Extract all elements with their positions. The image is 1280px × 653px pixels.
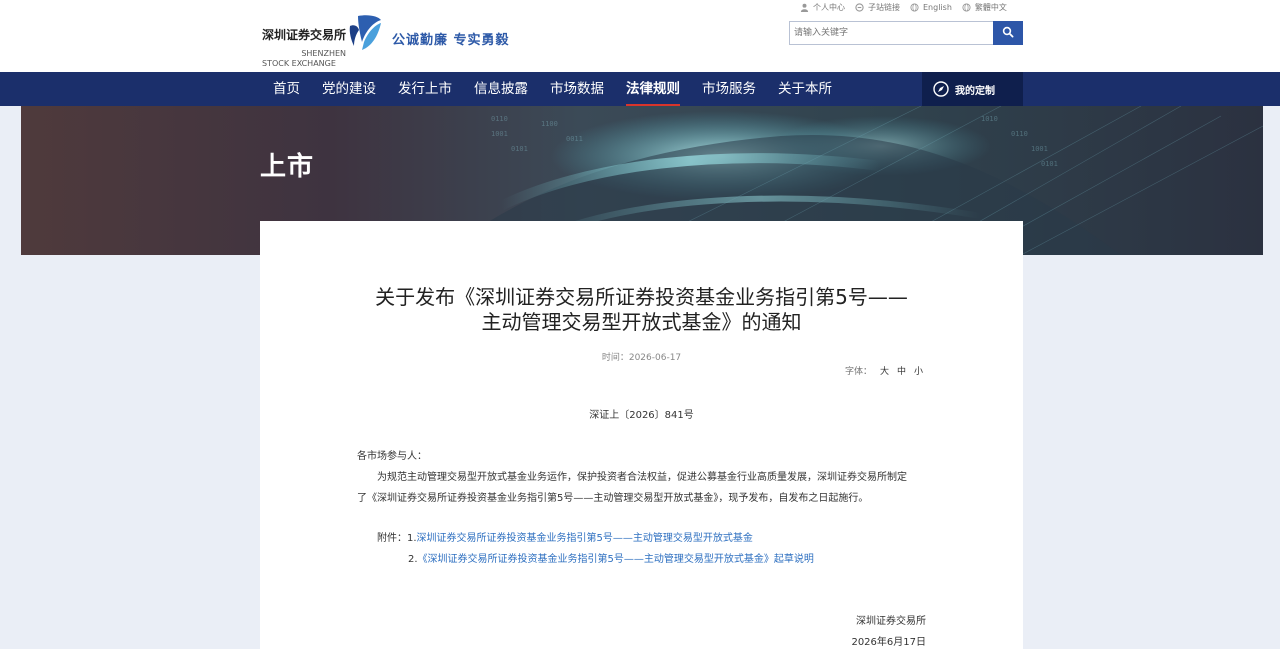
svg-text:1001: 1001	[1031, 145, 1048, 153]
font-size-small[interactable]: 小	[914, 364, 923, 377]
svg-text:0101: 0101	[1041, 160, 1058, 168]
svg-text:1100: 1100	[541, 120, 558, 128]
body-paragraph-1: 为规范主动管理交易型开放式基金业务运作，保护投资者合法权益，促进公募基金行业高质…	[377, 472, 907, 483]
subsite-label: 子站链接	[868, 2, 900, 12]
article-title: 关于发布《深圳证券交易所证券投资基金业务指引第5号—— 主动管理交易型开放式基金…	[260, 285, 1023, 335]
slogan: 公诚勤廉 专实勇毅	[392, 33, 510, 48]
logo-en-line1: SHENZHEN	[301, 49, 346, 58]
attachment-row-2: 2.《深圳证券交易所证券投资基金业务指引第5号——主动管理交易型开放式基金》起草…	[377, 549, 814, 570]
personal-center-link[interactable]: 个人中心	[800, 0, 845, 14]
search-button[interactable]	[993, 21, 1023, 45]
svg-text:0110: 0110	[491, 115, 508, 123]
salutation: 各市场参与人：	[357, 451, 427, 462]
attachment-2-link[interactable]: 《深圳证券交易所证券投资基金业务指引第5号——主动管理交易型开放式基金》起草说明	[418, 554, 814, 565]
svg-text:1010: 1010	[981, 115, 998, 123]
my-custom-button[interactable]: 我的定制	[922, 72, 1023, 106]
logo-mark-icon	[349, 15, 381, 50]
user-icon	[800, 3, 809, 12]
nav-item-listing[interactable]: 发行上市	[387, 72, 463, 106]
globe-icon	[962, 2, 971, 12]
search-icon	[1002, 26, 1014, 37]
attachment-1-link[interactable]: 深圳证券交易所证券投资基金业务指引第5号——主动管理交易型开放式基金	[417, 533, 753, 544]
svg-text:0101: 0101	[511, 145, 528, 153]
traditional-chinese-label: 繁體中文	[974, 2, 1007, 12]
site-header: 深圳证券交易所 SHENZHEN STOCK EXCHANGE 公诚勤廉 专实勇…	[0, 0, 1280, 72]
compass-icon	[933, 81, 949, 97]
globe-icon	[910, 2, 919, 12]
my-custom-label: 我的定制	[955, 85, 995, 97]
signature-org: 深圳证券交易所	[856, 616, 926, 627]
font-size-label: 字体：	[844, 367, 872, 377]
article-card: 关于发布《深圳证券交易所证券投资基金业务指引第5号—— 主动管理交易型开放式基金…	[260, 221, 1023, 649]
article-body: 各市场参与人： 为规范主动管理交易型开放式基金业务运作，保护投资者合法权益，促进…	[357, 446, 937, 509]
font-size-medium[interactable]: 中	[897, 364, 906, 377]
top-links: 个人中心 子站链接 English 繁體中文	[800, 0, 1007, 14]
traditional-chinese-link[interactable]: 繁體中文	[962, 0, 1007, 14]
nav-item-about[interactable]: 关于本所	[767, 72, 843, 106]
svg-text:1001: 1001	[491, 130, 508, 138]
szse-logo[interactable]: 深圳证券交易所 SHENZHEN STOCK EXCHANGE	[262, 10, 387, 68]
search-box	[789, 21, 1023, 45]
nav-item-services[interactable]: 市场服务	[691, 72, 767, 106]
nav-items: 首页 党的建设 发行上市 信息披露 市场数据 法律规则 市场服务 关于本所	[262, 72, 843, 106]
nav-item-rules[interactable]: 法律规则	[615, 72, 691, 106]
english-link[interactable]: English	[910, 0, 952, 14]
svg-text:0110: 0110	[1011, 130, 1028, 138]
attachment-2-number: 2.	[408, 554, 418, 565]
document-number: 深证上〔2026〕841号	[589, 410, 694, 421]
nav-item-disclosure[interactable]: 信息披露	[463, 72, 539, 106]
english-label: English	[923, 2, 952, 12]
article-title-line1: 关于发布《深圳证券交易所证券投资基金业务指引第5号——	[375, 285, 908, 309]
publish-time: 时间：2026-06-17	[601, 353, 682, 363]
article-title-line2: 主动管理交易型开放式基金》的通知	[481, 310, 802, 334]
font-size-control: 字体： 大 中 小	[845, 364, 923, 377]
main-nav: 首页 党的建设 发行上市 信息披露 市场数据 法律规则 市场服务 关于本所 我的…	[0, 72, 1280, 106]
nav-item-home[interactable]: 首页	[262, 72, 311, 106]
attachments: 附件：1.深圳证券交易所证券投资基金业务指引第5号——主动管理交易型开放式基金 …	[377, 528, 814, 570]
attachment-label: 附件：	[377, 533, 407, 544]
banner-title: 上市	[260, 152, 315, 182]
subsite-link[interactable]: 子站链接	[855, 0, 900, 14]
attachment-1-number: 1.	[407, 533, 417, 544]
search-input[interactable]	[789, 21, 993, 45]
link-icon	[855, 2, 864, 12]
svg-text:0011: 0011	[566, 135, 583, 143]
logo-en-line2: STOCK EXCHANGE	[262, 59, 336, 68]
font-size-large[interactable]: 大	[880, 364, 889, 377]
logo-cn-text: 深圳证券交易所	[262, 28, 347, 42]
nav-item-party[interactable]: 党的建设	[311, 72, 387, 106]
personal-center-label: 个人中心	[813, 2, 845, 12]
nav-item-market-data[interactable]: 市场数据	[539, 72, 615, 106]
signature-date: 2026年6月17日	[851, 637, 926, 648]
signature-block: 深圳证券交易所 2026年6月17日	[260, 611, 926, 653]
body-paragraph-2: 了《深圳证券交易所证券投资基金业务指引第5号——主动管理交易型开放式基金》，现予…	[357, 493, 869, 504]
attachment-row-1: 附件：1.深圳证券交易所证券投资基金业务指引第5号——主动管理交易型开放式基金	[377, 528, 814, 549]
